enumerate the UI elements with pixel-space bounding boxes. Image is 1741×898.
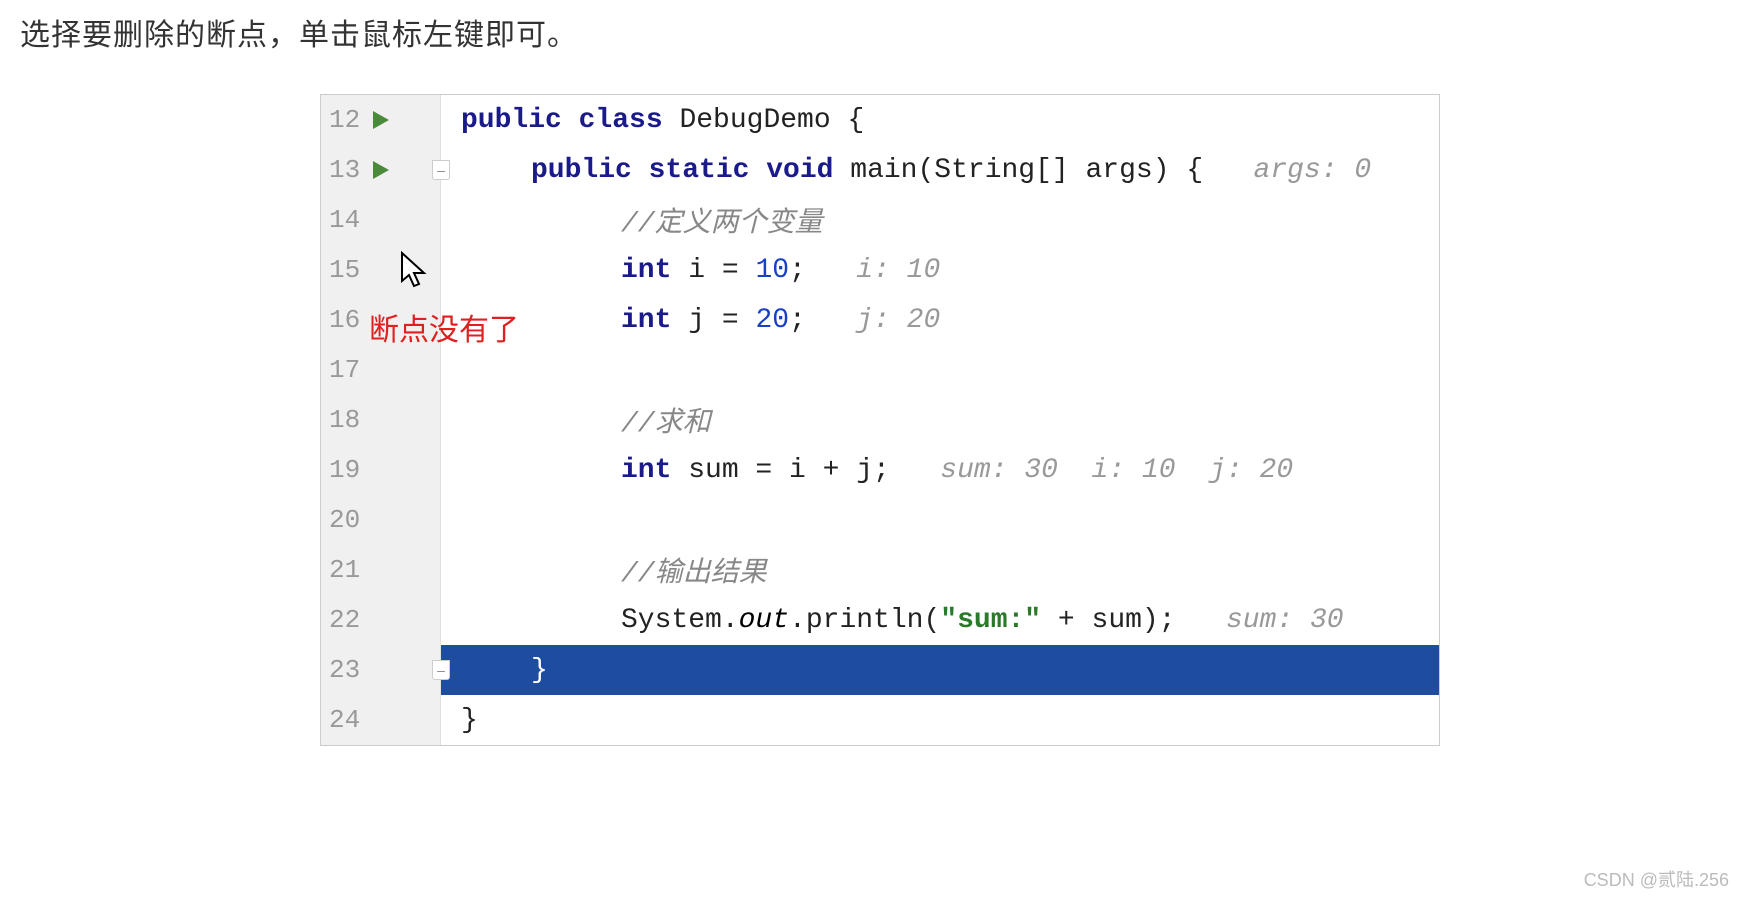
code-line[interactable]: 16int j = 20; j: 20断点没有了: [321, 295, 1439, 345]
code-line[interactable]: 14 //定义两个变量: [321, 195, 1439, 245]
code-content[interactable]: int j = 20; j: 20: [441, 295, 1439, 345]
code-line[interactable]: 18 //求和: [321, 395, 1439, 445]
code-content[interactable]: //求和: [441, 395, 1439, 445]
code-token: sum: 30 i: 10 j: 20: [940, 455, 1293, 486]
code-content[interactable]: public class DebugDemo {: [441, 95, 1439, 145]
code-line[interactable]: 20: [321, 495, 1439, 545]
line-number: 19: [321, 455, 365, 485]
run-icon[interactable]: [371, 159, 391, 181]
code-token: //定义两个变量: [621, 200, 823, 240]
gutter[interactable]: 17: [321, 345, 441, 395]
code-content[interactable]: int i = 10; i: 10: [441, 245, 1439, 295]
gutter[interactable]: 13–: [321, 145, 441, 195]
line-number: 12: [321, 105, 365, 135]
code-line[interactable]: 13–public static void main(String[] args…: [321, 145, 1439, 195]
code-token: i =: [688, 255, 755, 286]
code-editor[interactable]: 12public class DebugDemo {13–public stat…: [320, 94, 1440, 746]
line-number: 15: [321, 255, 365, 285]
code-token: j: 20: [856, 305, 940, 336]
gutter[interactable]: 24: [321, 695, 441, 745]
code-token: int: [621, 305, 688, 336]
code-token: + sum);: [1041, 605, 1226, 636]
code-line[interactable]: 12 public class DebugDemo {: [321, 95, 1439, 145]
code-token: "sum:": [940, 605, 1041, 636]
line-number: 22: [321, 605, 365, 635]
code-token: sum: 30: [1226, 605, 1344, 636]
run-icon[interactable]: [371, 109, 391, 131]
code-line[interactable]: 21 //输出结果: [321, 545, 1439, 595]
code-content[interactable]: }: [441, 645, 1439, 695]
code-token: .println(: [789, 605, 940, 636]
code-line[interactable]: 22 System.out.println("sum:" + sum); sum:…: [321, 595, 1439, 645]
code-content[interactable]: int sum = i + j; sum: 30 i: 10 j: 20: [441, 445, 1439, 495]
code-token: out: [739, 605, 789, 636]
gutter[interactable]: 12: [321, 95, 441, 145]
line-number: 24: [321, 705, 365, 735]
code-token: System.: [621, 605, 739, 636]
gutter[interactable]: 18: [321, 395, 441, 445]
code-line[interactable]: 19 int sum = i + j; sum: 30 i: 10 j: 20: [321, 445, 1439, 495]
code-content[interactable]: [441, 345, 1439, 395]
line-number: 16: [321, 305, 365, 335]
code-line[interactable]: 23–}: [321, 645, 1439, 695]
watermark: CSDN @贰陆.256: [1584, 866, 1729, 892]
code-line[interactable]: 15 int i = 10; i: 10: [321, 245, 1439, 295]
code-token: //求和: [621, 400, 711, 440]
code-content[interactable]: [441, 495, 1439, 545]
code-content[interactable]: //定义两个变量: [441, 195, 1439, 245]
code-token: i: 10: [856, 255, 940, 286]
code-token: args: 0: [1254, 155, 1372, 186]
code-token: main(String[] args) {: [850, 155, 1253, 186]
code-token: 10: [755, 255, 789, 286]
code-token: }: [531, 655, 548, 686]
gutter[interactable]: 15: [321, 245, 441, 295]
line-number: 14: [321, 205, 365, 235]
gutter[interactable]: 22: [321, 595, 441, 645]
gutter[interactable]: 19: [321, 445, 441, 495]
code-content[interactable]: //输出结果: [441, 545, 1439, 595]
code-token: sum = i + j;: [688, 455, 940, 486]
code-line[interactable]: 24}: [321, 695, 1439, 745]
line-number: 21: [321, 555, 365, 585]
line-number: 23: [321, 655, 365, 685]
fold-icon[interactable]: –: [432, 160, 450, 180]
code-token: ;: [789, 305, 856, 336]
code-token: public static void: [531, 155, 850, 186]
code-token: }: [461, 705, 478, 736]
code-token: j =: [688, 305, 755, 336]
code-content[interactable]: }: [441, 695, 1439, 745]
gutter[interactable]: 23–: [321, 645, 441, 695]
line-number: 17: [321, 355, 365, 385]
line-number: 20: [321, 505, 365, 535]
code-content[interactable]: System.out.println("sum:" + sum); sum: 3…: [441, 595, 1439, 645]
code-token: DebugDemo {: [679, 105, 864, 136]
gutter[interactable]: 20: [321, 495, 441, 545]
gutter[interactable]: 14: [321, 195, 441, 245]
code-content[interactable]: public static void main(String[] args) {…: [441, 145, 1439, 195]
code-token: ;: [789, 255, 856, 286]
code-token: //输出结果: [621, 550, 767, 590]
code-token: 20: [755, 305, 789, 336]
line-number: 18: [321, 405, 365, 435]
code-token: int: [621, 255, 688, 286]
fold-icon[interactable]: –: [432, 660, 450, 680]
code-token: public class: [461, 105, 679, 136]
instruction-text: 选择要删除的断点，单击鼠标左键即可。: [0, 0, 1741, 64]
code-token: int: [621, 455, 688, 486]
gutter[interactable]: 16: [321, 295, 441, 345]
code-line[interactable]: 17: [321, 345, 1439, 395]
gutter[interactable]: 21: [321, 545, 441, 595]
line-number: 13: [321, 155, 365, 185]
